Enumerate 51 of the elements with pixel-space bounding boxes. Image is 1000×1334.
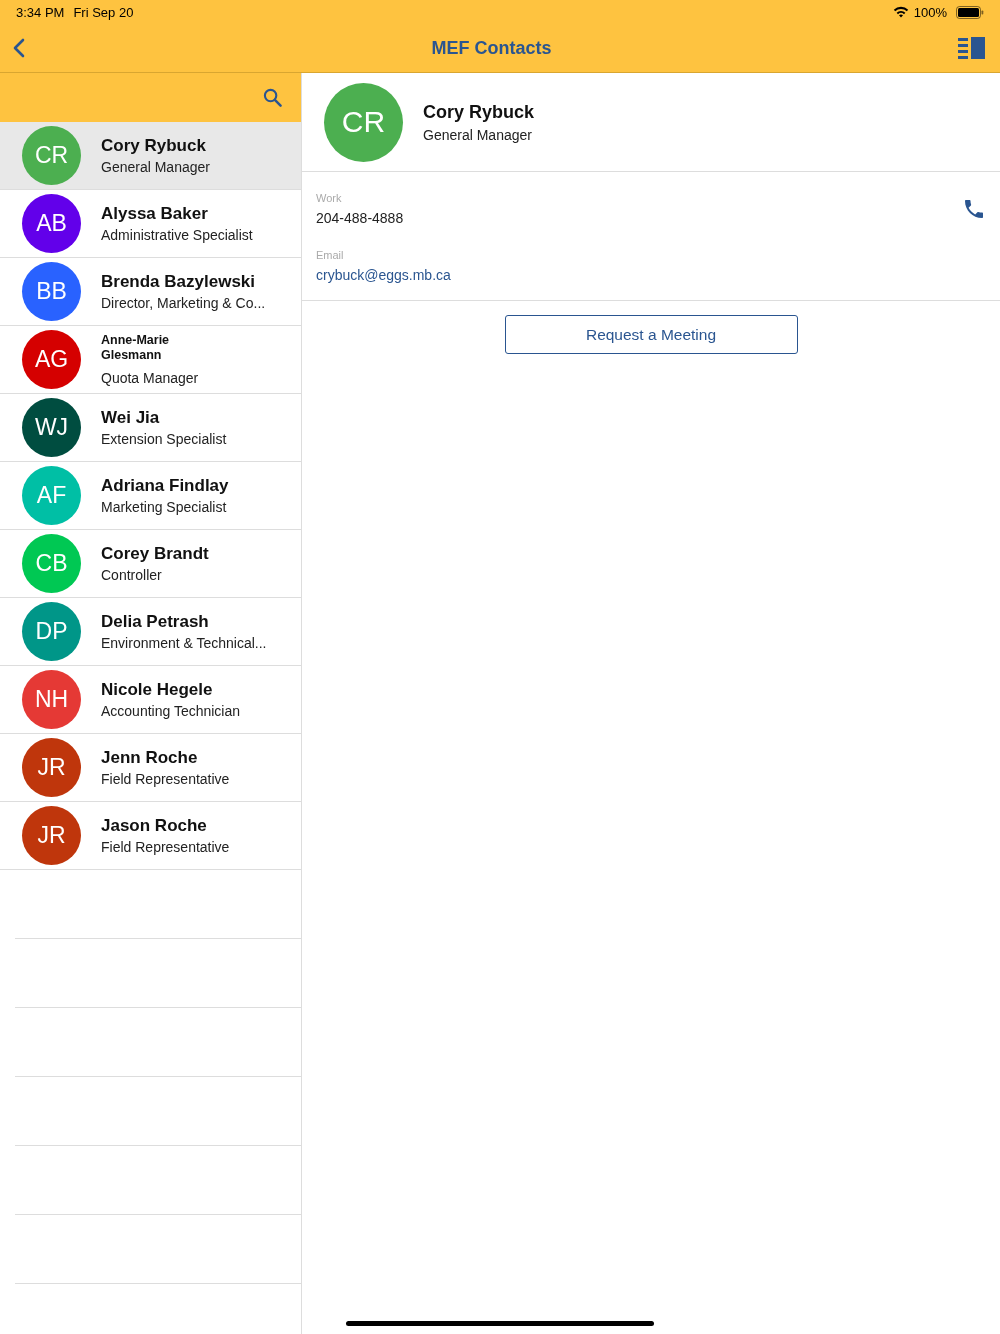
contact-role: Field Representative xyxy=(101,771,230,787)
avatar: CB xyxy=(22,534,81,593)
wifi-icon xyxy=(892,6,909,18)
contact-name: Brenda Bazylewski xyxy=(101,272,256,292)
contact-name: Corey Brandt xyxy=(101,544,209,564)
contact-name: Cory Rybuck xyxy=(423,101,535,123)
contact-name: Anne-Marie Glesmann xyxy=(101,333,171,363)
email-link[interactable]: crybuck@eggs.mb.ca xyxy=(316,266,451,283)
contact-name: Adriana Findlay xyxy=(101,476,229,496)
avatar: JR xyxy=(22,738,81,797)
battery-icon xyxy=(956,5,984,19)
avatar: AB xyxy=(22,194,81,253)
field-label: Email xyxy=(316,248,345,261)
back-icon[interactable] xyxy=(13,38,25,58)
contact-row[interactable]: CR Cory Rybuck General Manager xyxy=(0,122,301,190)
field-label: Work xyxy=(316,191,343,204)
contact-role: General Manager xyxy=(101,159,210,175)
contact-role: General Manager xyxy=(423,126,533,143)
contact-name: Delia Petrash xyxy=(101,612,210,632)
contact-name: Wei Jia xyxy=(101,408,161,428)
contact-name: Alyssa Baker xyxy=(101,204,209,224)
contact-role: Environment & Technical... xyxy=(101,635,267,651)
avatar: AG xyxy=(22,330,81,389)
nav-title: MEF Contacts xyxy=(430,37,553,59)
contact-name: Jason Roche xyxy=(101,816,208,836)
avatar: NH xyxy=(22,670,81,729)
search-icon[interactable] xyxy=(263,88,282,107)
avatar: CR xyxy=(324,82,403,162)
contact-role: Administrative Specialist xyxy=(101,227,253,243)
avatar: JR xyxy=(22,806,81,865)
status-date: Fri Sep 20 xyxy=(73,4,134,20)
split-view-icon[interactable] xyxy=(958,37,986,59)
avatar: WJ xyxy=(22,398,81,457)
request-meeting-button[interactable]: Request a Meeting xyxy=(504,315,798,354)
contact-role: Field Representative xyxy=(101,839,230,855)
battery-percent: 100% xyxy=(913,4,947,20)
contact-name: Jenn Roche xyxy=(101,748,199,768)
avatar: BB xyxy=(22,262,81,321)
avatar: DP xyxy=(22,602,81,661)
contact-role: Marketing Specialist xyxy=(101,499,228,515)
contact-role: Extension Specialist xyxy=(101,431,227,447)
contact-role: Controller xyxy=(101,567,163,583)
contact-name: Nicole Hegele xyxy=(101,680,214,700)
status-time: 3:34 PM xyxy=(16,4,65,20)
avatar: CR xyxy=(22,126,81,185)
contact-name: Cory Rybuck xyxy=(101,136,207,156)
contact-role: Accounting Technician xyxy=(101,703,241,719)
contact-role: Quota Manager xyxy=(101,370,199,386)
contact-role: Director, Marketing & Co... xyxy=(101,295,266,311)
phone-number: 204-488-4888 xyxy=(316,209,404,226)
avatar: AF xyxy=(22,466,81,525)
